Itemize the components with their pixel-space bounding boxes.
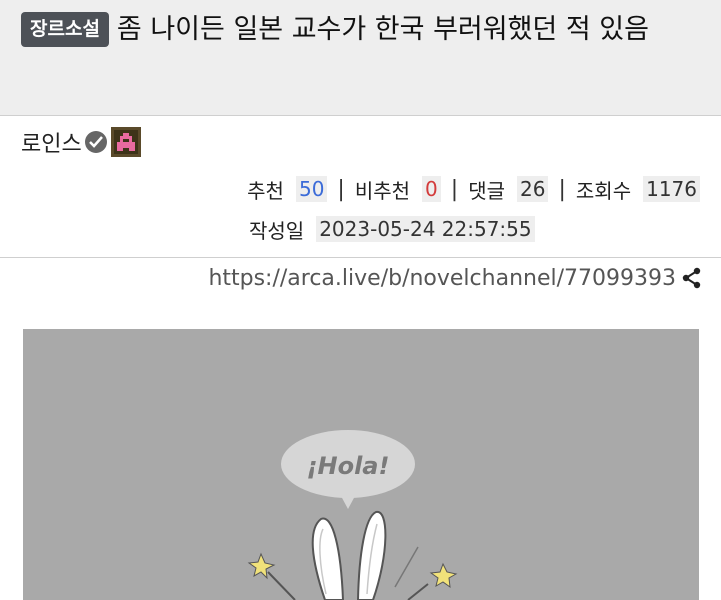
pixel-avatar-icon	[110, 127, 141, 157]
rabbit-illustration: ¡Hola!	[247, 430, 458, 600]
recommend-count: 50	[295, 176, 328, 202]
comments-label: 댓글	[468, 178, 506, 203]
post-title-text: 좀 나이든 일본 교수가 한국 부러워했던 적 있음	[116, 14, 649, 45]
stat-separator: |	[337, 176, 345, 202]
share-icon[interactable]	[682, 267, 702, 289]
views-label: 조회수	[575, 178, 632, 203]
date-label: 작성일	[249, 218, 305, 243]
stat-separator: |	[450, 176, 459, 202]
star-icon	[429, 562, 458, 589]
post-url[interactable]: https://arca.live/b/novelchannel/7709939…	[208, 266, 676, 291]
comments-count: 26	[517, 176, 549, 202]
author-name[interactable]: 로인스	[21, 126, 82, 158]
post-title-bar: 장르소설 좀 나이든 일본 교수가 한국 부러워했던 적 있음	[0, 0, 721, 116]
views-count: 1176	[643, 176, 700, 202]
post-title: 장르소설 좀 나이든 일본 교수가 한국 부러워했던 적 있음	[21, 10, 701, 50]
author-info: 로인스	[21, 127, 141, 157]
post-stats: 추천 50 | 비추천 0 | 댓글 26 | 조회수 1176	[247, 174, 700, 204]
stat-separator: |	[558, 176, 566, 202]
post-link-row: https://arca.live/b/novelchannel/7709939…	[208, 262, 702, 294]
post-info: 로인스 추천 50 | 비추천 0 | 댓글 26 | 조회수 1176 작성일…	[0, 117, 721, 258]
speech-bubble-text: ¡Hola!	[307, 452, 390, 480]
recommend-label: 추천	[247, 178, 284, 203]
category-badge[interactable]: 장르소설	[21, 12, 109, 47]
rabbit-ear-right	[356, 510, 387, 600]
date-value: 2023-05-24 22:57:55	[316, 216, 535, 242]
post-image: ¡Hola!	[23, 329, 699, 600]
post-date: 작성일 2023-05-24 22:57:55	[249, 214, 535, 244]
rabbit-ear-left	[311, 517, 345, 600]
unrecommend-label: 비추천	[354, 178, 411, 203]
verified-check-icon	[84, 131, 107, 153]
unrecommend-count: 0	[422, 176, 441, 202]
